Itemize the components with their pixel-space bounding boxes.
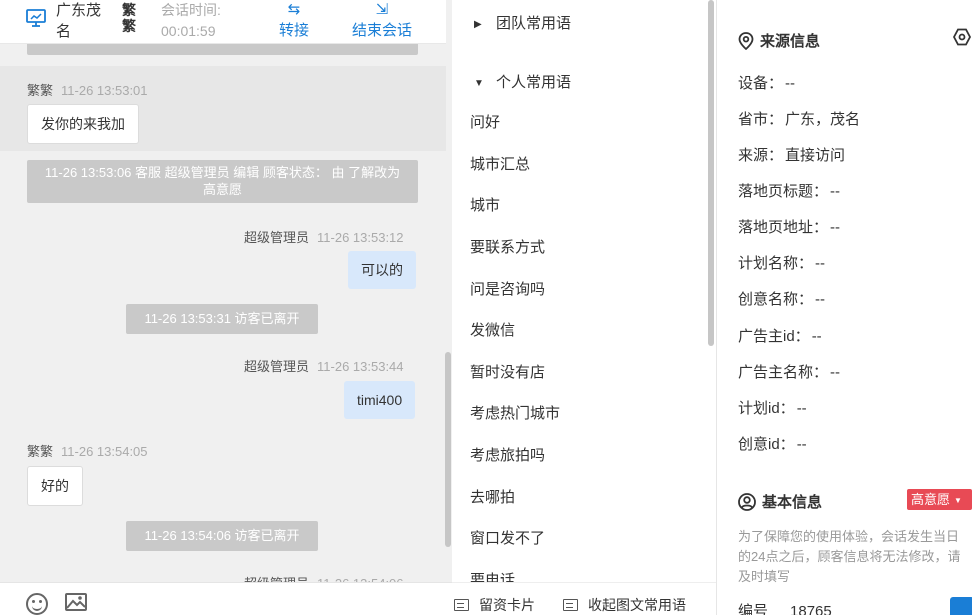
basic-info-title: 基本信息: [738, 491, 822, 512]
source-info-title: 来源信息: [738, 30, 820, 51]
image-icon[interactable]: [65, 593, 87, 611]
info-field-device: 设备： --: [738, 75, 796, 92]
exit-icon: ⇲: [375, 1, 389, 18]
location-pin-icon: [738, 32, 754, 51]
system-message: 11-26 13:54:06 访客已离开: [126, 521, 318, 551]
info-field-landing-url: 落地页地址： --: [738, 219, 841, 236]
agent-message-bubble[interactable]: 可以的: [348, 251, 416, 289]
lead-card-button[interactable]: 留资卡片: [454, 595, 535, 615]
phrases-footer: 留资卡片 收起图文常用语: [452, 582, 716, 615]
end-session-button[interactable]: ⇲ 结束会话: [352, 0, 412, 42]
phrase-item[interactable]: 问好: [470, 111, 500, 132]
info-field-region: 省市： 广东，茂名: [738, 111, 861, 128]
info-field-advertiser-name: 广告主名称： --: [738, 364, 841, 381]
caret-down-icon: ▼: [474, 78, 484, 89]
transfer-button[interactable]: ⇆ 转接: [279, 0, 309, 42]
info-field-source: 来源： 直接访问: [738, 147, 846, 164]
phrase-item[interactable]: 城市汇总: [470, 153, 530, 174]
message-meta: 繁繁 11-26 13:54:05: [27, 444, 148, 459]
visitor-message-bubble[interactable]: 发你的来我加: [27, 104, 139, 144]
visitor-name: 繁繁: [122, 2, 136, 34]
visitor-location: 广东茂名: [56, 2, 102, 40]
chat-panel: 广东茂名 繁繁 会话时间: 00:01:59 ⇆ 转接 ⇲ 结束会话 繁繁 11-…: [0, 0, 452, 615]
phrase-item[interactable]: 考虑旅拍吗: [470, 444, 545, 465]
message-meta: 繁繁 11-26 13:53:01: [27, 83, 148, 98]
agent-message-bubble[interactable]: timi400: [344, 381, 416, 419]
phrase-item[interactable]: 城市: [470, 194, 500, 215]
info-field-plan-name: 计划名称： --: [738, 255, 826, 272]
system-message: 11-26 13:53:31 访客已离开: [126, 304, 318, 334]
info-field-creative-name: 创意名称： --: [738, 291, 826, 308]
visitor-info-panel: 来源信息 设备： -- 省市： 广东，茂名 来源： 直接访问 落地页标题： -- 落地页…: [717, 0, 972, 615]
chat-scrollbar[interactable]: [445, 352, 451, 547]
phrase-item[interactable]: 问是咨询吗: [470, 278, 545, 299]
chat-workspace: 广东茂名 繁繁 会话时间: 00:01:59 ⇆ 转接 ⇲ 结束会话 繁繁 11-…: [0, 0, 972, 615]
floating-action-button[interactable]: [950, 597, 972, 615]
monitor-icon: [26, 9, 46, 27]
user-circle-icon: [738, 493, 756, 511]
phrase-group-personal[interactable]: ▼ 个人常用语: [474, 71, 571, 92]
edit-notice: 为了保障您的使用体验，会话发生当日的24点之后，顾客信息将无法修改，请及时填写: [738, 529, 961, 584]
phrases-scrollbar[interactable]: [708, 0, 714, 346]
card-icon: [454, 599, 469, 611]
quick-phrases-panel: ▶ 团队常用语 ▼ 个人常用语 问好 城市汇总 城市 要联系方式 问是咨询吗 发微信…: [452, 0, 716, 615]
phrase-group-team[interactable]: ▶ 团队常用语: [474, 12, 571, 33]
session-time-label: 会话时间:: [161, 2, 221, 18]
caret-down-icon: ▼: [954, 496, 962, 505]
phrase-item[interactable]: 暂时没有店: [470, 361, 545, 382]
card-icon: [563, 599, 578, 611]
visitor-id-row: 编号 18765: [738, 603, 832, 615]
session-time-value: 00:01:59: [161, 23, 216, 39]
phrase-item[interactable]: 发微信: [470, 319, 515, 340]
message-meta: 超级管理员 11-26 13:53:12: [244, 230, 404, 245]
settings-icon[interactable]: [953, 28, 971, 46]
phrase-item[interactable]: 去哪拍: [470, 486, 515, 507]
info-field-landing-title: 落地页标题： --: [738, 183, 841, 200]
info-field-advertiser-id: 广告主id： --: [738, 328, 822, 345]
visitor-message-bubble[interactable]: 好的: [27, 466, 83, 506]
phrase-item[interactable]: 窗口发不了: [470, 527, 545, 548]
chat-input-toolbar: [0, 582, 452, 615]
transfer-icon: ⇆: [287, 1, 301, 18]
phrase-item[interactable]: 考虑热门城市: [470, 402, 560, 423]
info-field-creative-id: 创意id： --: [738, 436, 807, 453]
emoji-icon[interactable]: [26, 593, 48, 615]
collapse-phrases-button[interactable]: 收起图文常用语: [563, 595, 686, 615]
message-meta: 超级管理员 11-26 13:53:44: [244, 359, 404, 374]
chat-header: 广东茂名 繁繁 会话时间: 00:01:59 ⇆ 转接 ⇲ 结束会话: [0, 0, 446, 44]
info-field-plan-id: 计划id： --: [738, 400, 807, 417]
phrase-item[interactable]: 要联系方式: [470, 236, 545, 257]
system-message: 11-26 13:53:06 客服 超级管理员 编辑 顾客状态： 由 了解改为 …: [27, 160, 418, 203]
intent-status-dropdown[interactable]: 高意愿 ▼: [907, 489, 972, 510]
caret-right-icon: ▶: [474, 19, 482, 30]
